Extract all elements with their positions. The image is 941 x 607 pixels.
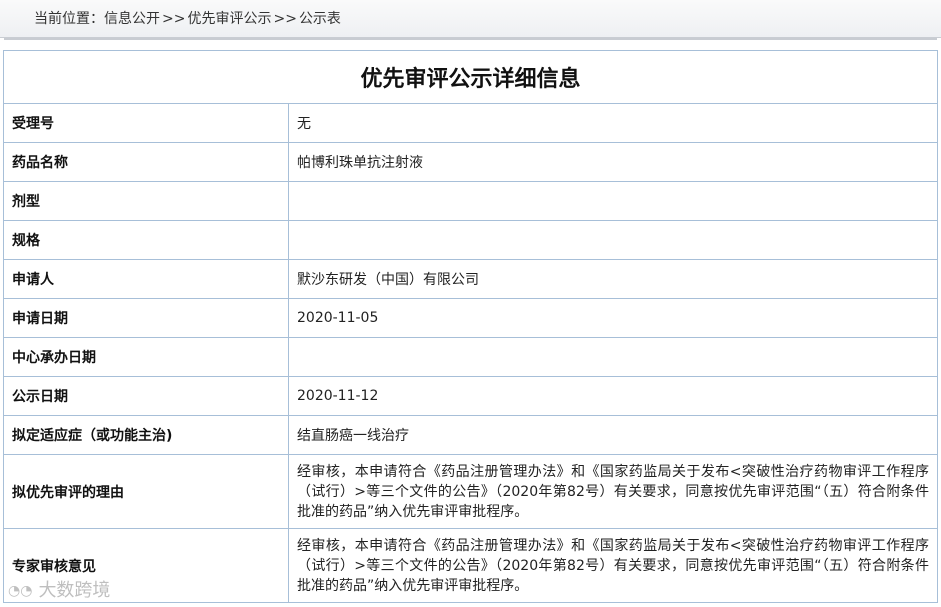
row-label: 药品名称 <box>3 142 289 182</box>
row-label: 公示日期 <box>3 376 289 416</box>
breadcrumb-separator: >> <box>273 11 297 27</box>
row-value: 帕博利珠单抗注射液 <box>287 142 939 182</box>
breadcrumb-prefix: 当前位置： <box>34 11 104 27</box>
row-value: 经审核，本申请符合《药品注册管理办法》和《国家药监局关于发布<突破性治疗药物审评… <box>287 528 939 603</box>
detail-table: 优先审评公示详细信息 受理号 无 药品名称 帕博利珠单抗注射液 剂型 规格 申请… <box>2 50 939 603</box>
row-label: 申请人 <box>3 259 289 299</box>
watermark-logo-icon: ◔◔ <box>8 583 33 599</box>
row-label: 剂型 <box>3 181 289 221</box>
row-value <box>287 181 939 221</box>
table-row: 专家审核意见 经审核，本申请符合《药品注册管理办法》和《国家药监局关于发布<突破… <box>3 528 939 603</box>
row-label: 申请日期 <box>3 298 289 338</box>
watermark: ◔◔ 大数跨境 <box>8 576 110 602</box>
table-row: 申请日期 2020-11-05 <box>3 298 939 338</box>
table-row: 中心承办日期 <box>3 337 939 377</box>
breadcrumb-link-priority-review[interactable]: 优先审评公示 <box>187 11 271 27</box>
table-row: 药品名称 帕博利珠单抗注射液 <box>3 142 939 182</box>
table-row: 拟定适应症（或功能主治) 结直肠癌一线治疗 <box>3 415 939 455</box>
row-value: 2020-11-05 <box>287 298 939 338</box>
table-row: 申请人 默沙东研发（中国）有限公司 <box>3 259 939 299</box>
row-label: 中心承办日期 <box>3 337 289 377</box>
row-value: 2020-11-12 <box>287 376 939 416</box>
row-label: 拟优先审评的理由 <box>3 454 289 529</box>
breadcrumb: 当前位置：信息公开 >> 优先审评公示 >> 公示表 <box>0 0 941 38</box>
row-value: 无 <box>287 103 939 143</box>
breadcrumb-link-info[interactable]: 信息公开 <box>104 11 160 27</box>
table-row: 公示日期 2020-11-12 <box>3 376 939 416</box>
table-row: 规格 <box>3 220 939 260</box>
page-title: 优先审评公示详细信息 <box>2 50 939 104</box>
row-value: 默沙东研发（中国）有限公司 <box>287 259 939 299</box>
table-row: 拟优先审评的理由 经审核，本申请符合《药品注册管理办法》和《国家药监局关于发布<… <box>3 454 939 529</box>
table-row: 受理号 无 <box>3 103 939 143</box>
row-label: 拟定适应症（或功能主治) <box>3 415 289 455</box>
breadcrumb-separator: >> <box>162 11 186 27</box>
row-value: 经审核，本申请符合《药品注册管理办法》和《国家药监局关于发布<突破性治疗药物审评… <box>287 454 939 529</box>
row-value <box>287 220 939 260</box>
table-row: 剂型 <box>3 181 939 221</box>
row-value <box>287 337 939 377</box>
row-value: 结直肠癌一线治疗 <box>287 415 939 455</box>
breadcrumb-link-public-table[interactable]: 公示表 <box>299 11 341 27</box>
breadcrumb-divider <box>4 38 937 40</box>
watermark-text: 大数跨境 <box>38 580 111 601</box>
row-label: 受理号 <box>3 103 289 143</box>
detail-table-container: 优先审评公示详细信息 受理号 无 药品名称 帕博利珠单抗注射液 剂型 规格 申请… <box>2 50 939 603</box>
row-label: 规格 <box>3 220 289 260</box>
